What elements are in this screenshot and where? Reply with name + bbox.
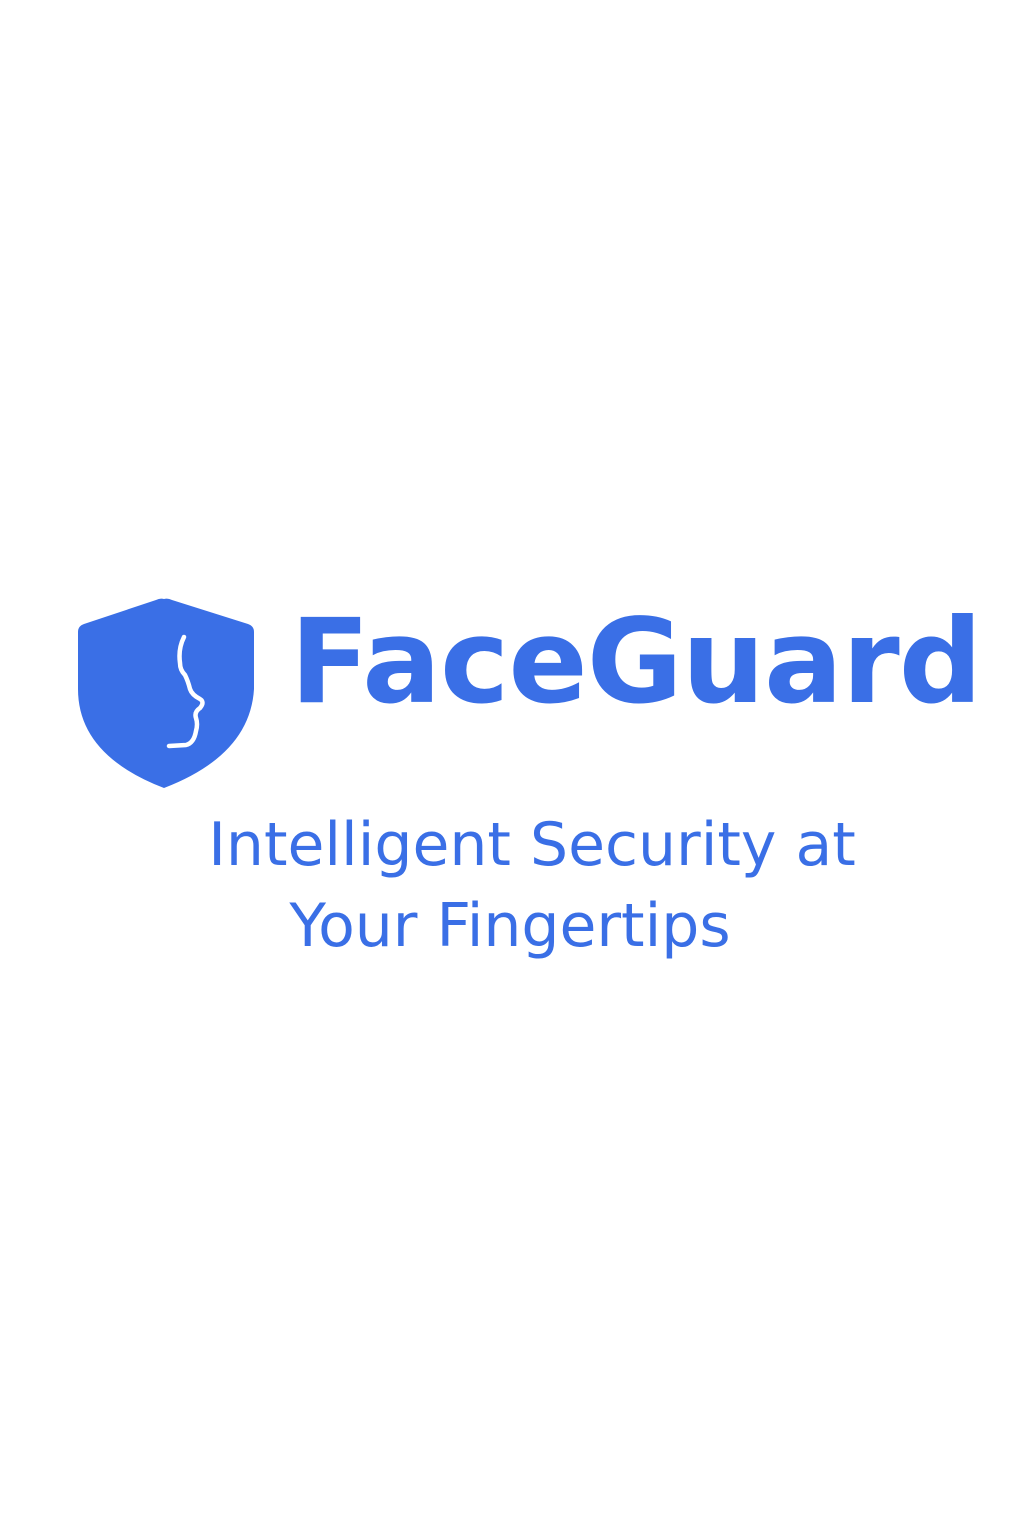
splash-screen: FaceGuard Intelligent Security at Your F… — [0, 0, 1024, 1536]
tagline: Intelligent Security at Your Fingertips — [0, 805, 1024, 967]
brand-name: FaceGuard — [290, 593, 982, 730]
logo-lockup: FaceGuard — [76, 597, 982, 793]
tagline-line-1: Intelligent Security at — [208, 810, 856, 880]
tagline-line-2: Your Fingertips — [289, 891, 731, 961]
shield-face-icon — [78, 598, 254, 788]
